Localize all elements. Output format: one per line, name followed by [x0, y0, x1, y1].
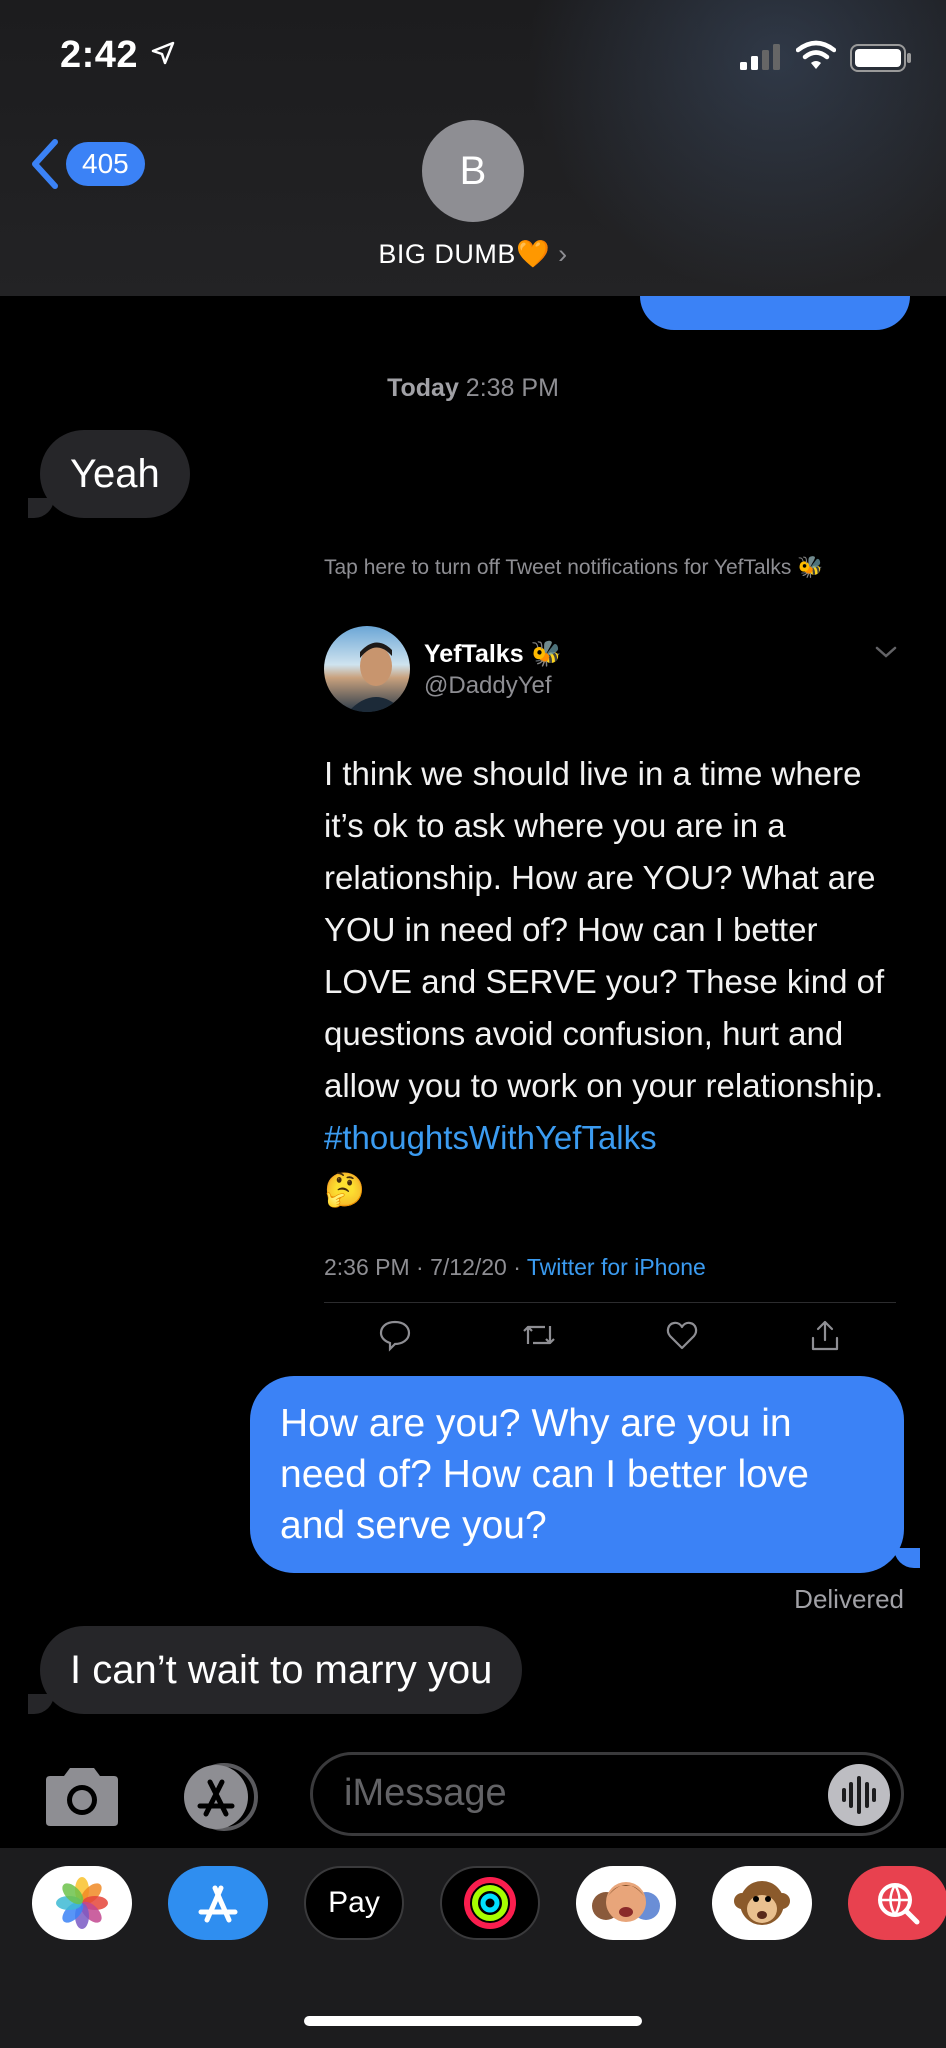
battery-icon: [850, 44, 911, 72]
tweet-notification-link[interactable]: Tap here to turn off Tweet notifications…: [324, 556, 823, 580]
tweet-author-handle[interactable]: @DaddyYef: [424, 672, 552, 700]
apple-pay-label: Pay: [328, 1886, 380, 1919]
home-indicator[interactable]: [304, 2016, 642, 2026]
apple-pay-app-button[interactable]: Pay: [304, 1866, 404, 1940]
like-heart-icon[interactable]: [665, 1318, 699, 1352]
partial-outgoing-bubble: [640, 296, 910, 330]
tweet-author-name[interactable]: YefTalks 🐝: [424, 640, 562, 669]
photos-icon: [56, 1877, 108, 1929]
tweet-actions: [324, 1318, 896, 1352]
timestamp-day: Today: [387, 374, 459, 402]
incoming-message-bubble[interactable]: Yeah: [40, 430, 190, 518]
location-arrow-icon: [151, 41, 175, 65]
bubble-tail: [28, 1694, 54, 1714]
bubble-tail: [28, 498, 54, 518]
tweet-hashtag[interactable]: #thoughtsWithYefTalks: [324, 1119, 657, 1156]
monkey-icon: [734, 1881, 790, 1925]
reply-icon[interactable]: [378, 1318, 412, 1352]
tweet-author-avatar[interactable]: [324, 626, 410, 712]
thinking-emoji: 🤔: [324, 1171, 366, 1208]
retweet-icon[interactable]: [521, 1318, 557, 1352]
status-time: 2:42: [60, 34, 139, 76]
contact-name: BIG DUMB: [378, 239, 516, 269]
tweet-date: 2:36 PM · 7/12/20 ·: [324, 1254, 527, 1280]
share-icon[interactable]: [808, 1318, 842, 1352]
wifi-icon: [796, 40, 836, 69]
outgoing-message-bubble[interactable]: How are you? Why are you in need of? How…: [250, 1376, 904, 1573]
cellular-signal-icon: [740, 44, 780, 70]
waveform-icon: [842, 1776, 876, 1814]
activity-rings-icon: [464, 1877, 516, 1929]
message-input-placeholder: iMessage: [344, 1772, 507, 1814]
delivery-status: Delivered: [794, 1584, 904, 1614]
contact-avatar[interactable]: B: [422, 120, 524, 222]
chevron-left-icon: [32, 139, 58, 189]
animoji-app-button[interactable]: [712, 1866, 812, 1940]
timestamp-time: 2:38 PM: [465, 374, 559, 402]
profile-photo-icon: [348, 642, 404, 712]
memoji-app-button[interactable]: [576, 1866, 676, 1940]
tweet-source-link[interactable]: Twitter for iPhone: [527, 1254, 706, 1280]
chevron-right-icon: ›: [558, 239, 568, 269]
tweet-divider: [324, 1302, 896, 1303]
app-store-icon: [198, 1885, 238, 1923]
tweet-body: I think we should live in a time where i…: [324, 748, 904, 1216]
camera-icon[interactable]: [42, 1766, 122, 1828]
memoji-icon: [592, 1882, 660, 1922]
unread-count-badge: 405: [66, 142, 145, 186]
globe-search-icon: [878, 1883, 920, 1925]
incoming-message-bubble[interactable]: I can’t wait to marry you: [40, 1626, 523, 1714]
orange-heart-emoji: 🧡: [515, 239, 551, 269]
bubble-tail: [894, 1548, 920, 1568]
photos-app-button[interactable]: [32, 1866, 132, 1940]
web-search-app-button[interactable]: [848, 1866, 946, 1940]
activity-app-button[interactable]: [440, 1866, 540, 1940]
app-store-app-button[interactable]: [168, 1866, 268, 1940]
apple-pay-icon: Pay: [328, 1886, 380, 1920]
app-store-button-icon[interactable]: [176, 1762, 268, 1832]
avatar-initial: B: [459, 148, 487, 193]
audio-message-button[interactable]: [828, 1764, 890, 1826]
back-button[interactable]: 405: [30, 138, 145, 190]
tweet-text: I think we should live in a time where i…: [324, 755, 885, 1104]
message-timestamp: Today 2:38 PM: [0, 374, 946, 403]
contact-name-button[interactable]: BIG DUMB🧡 ›: [0, 238, 946, 270]
tweet-meta: 2:36 PM · 7/12/20 · Twitter for iPhone: [324, 1254, 706, 1281]
chevron-down-icon[interactable]: [874, 644, 898, 660]
